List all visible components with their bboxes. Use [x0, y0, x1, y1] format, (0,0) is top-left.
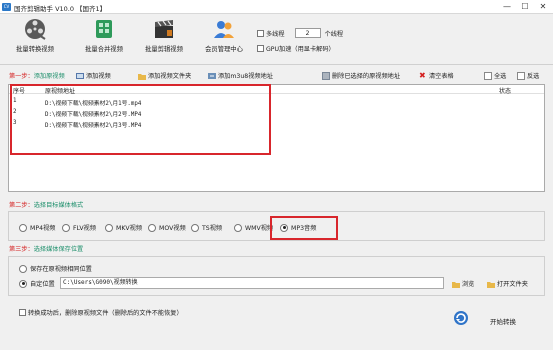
add-video-button[interactable]: 添加视频 [76, 71, 111, 80]
maximize-button[interactable]: ☐ [516, 1, 534, 13]
start-convert-icon[interactable] [453, 310, 469, 326]
format-ts[interactable]: TS视频 [191, 223, 222, 232]
member-center-label: 会员管理中心 [205, 46, 243, 53]
save-original-radio[interactable] [19, 264, 27, 273]
batch-cut-label: 批量剪辑视频 [145, 46, 183, 53]
batch-convert-label: 批量转换视频 [16, 46, 54, 53]
add-folder-button[interactable]: 添加视频文件夹 [138, 71, 191, 80]
step2-prefix: 第二步： [9, 202, 34, 209]
select-all-label: 全选 [494, 73, 507, 80]
format-mp4[interactable]: MP4视频 [19, 223, 55, 232]
multithread-option[interactable]: 多线程 2 个线程 [257, 28, 343, 38]
thread-unit-label: 个线程 [324, 30, 344, 38]
format-mov[interactable]: MOV视频 [148, 223, 186, 232]
format-flv[interactable]: FLV视频 [62, 223, 96, 232]
step2-text: 选择目标媒体格式 [33, 202, 84, 209]
thread-count-value: 2 [305, 29, 310, 37]
delete-selected-label: 删除已选择的原视频地址 [332, 73, 401, 80]
delete-after-checkbox[interactable] [19, 309, 26, 316]
mp3-highlight-box [270, 216, 338, 240]
format-radio[interactable] [62, 223, 70, 232]
custom-location-option[interactable]: 自定位置 [19, 279, 55, 288]
format-label: MP4视频 [30, 225, 56, 232]
open-folder-icon [487, 280, 495, 288]
step3-prefix: 第三步： [9, 246, 34, 253]
browse-label: 浏览 [462, 281, 475, 288]
film-reel-icon [24, 18, 46, 40]
format-radio[interactable] [105, 223, 113, 232]
multithread-checkbox[interactable] [257, 29, 264, 37]
minimize-button[interactable]: — [498, 1, 516, 13]
member-center-button[interactable]: 会员管理中心 [196, 16, 252, 60]
format-wmv[interactable]: WMV视频 [234, 223, 273, 232]
invert-selection-button[interactable]: 反选 [517, 71, 539, 80]
select-all-icon [484, 71, 492, 80]
window-title: 国齐剪辑助手 V10.0 【国齐1】 [14, 5, 107, 13]
toolbar-divider [0, 64, 553, 65]
close-button[interactable]: ✕ [534, 1, 552, 13]
format-radio[interactable] [234, 223, 242, 232]
browse-button[interactable]: 浏览 [452, 279, 474, 288]
custom-location-label: 自定位置 [30, 281, 55, 288]
multithread-label: 多线程 [266, 30, 285, 38]
format-label: MKV视频 [116, 225, 143, 232]
format-label: TS视频 [202, 225, 223, 232]
merge-blocks-icon [93, 18, 115, 40]
step2-heading: 第二步：选择目标媒体格式 [9, 200, 83, 209]
member-users-icon [213, 18, 235, 40]
thread-count-spinner[interactable]: 2 [294, 28, 321, 38]
save-original-label: 保存在原视频相同位置 [30, 266, 92, 273]
clear-x-icon: ✖ [419, 70, 426, 80]
gpu-label: GPU加速（用显卡解码） [266, 46, 335, 53]
gpu-checkbox[interactable] [257, 45, 264, 52]
table-highlight-box [10, 84, 271, 155]
add-m3u8-label: 添加m3u8视频地址 [218, 73, 273, 80]
format-radio[interactable] [19, 223, 27, 232]
delete-list-icon [322, 71, 330, 80]
step1-text: 添加原视频 [33, 73, 65, 80]
save-original-option[interactable]: 保存在原视频相同位置 [19, 264, 92, 273]
delete-after-option[interactable]: 转换成功后，删除原视频文件（删除后的文件不能恢复） [19, 308, 183, 317]
batch-merge-button[interactable]: 批量合并视频 [76, 16, 132, 60]
clear-table-label: 清空表格 [429, 73, 454, 80]
step1-prefix: 第一步： [9, 73, 34, 80]
format-label: MOV视频 [159, 225, 186, 232]
app-logo: CV [2, 3, 11, 11]
folder-icon [138, 72, 146, 80]
title-bar: CV 国齐剪辑助手 V10.0 【国齐1】 — ☐ ✕ [0, 0, 553, 14]
add-m3u8-button[interactable]: 添加m3u8视频地址 [208, 71, 273, 80]
format-label: FLV视频 [73, 225, 96, 232]
clear-table-button[interactable]: ✖ 清空表格 [419, 71, 454, 80]
open-folder-label: 打开文件夹 [497, 281, 528, 288]
add-folder-label: 添加视频文件夹 [148, 73, 192, 80]
format-radio[interactable] [148, 223, 156, 232]
save-group [8, 256, 545, 296]
invert-icon [517, 71, 525, 80]
start-convert-button[interactable]: 开始转换 [490, 316, 516, 326]
format-radio[interactable] [191, 223, 199, 232]
header-status: 状态 [499, 88, 512, 95]
add-video-icon [76, 72, 84, 80]
gpu-option[interactable]: GPU加速（用显卡解码） [257, 44, 335, 53]
save-path-input[interactable]: C:\Users\G090\视频转换 [60, 277, 444, 289]
step1-heading: 第一步：添加原视频 [9, 71, 65, 80]
delete-after-label: 转换成功后，删除原视频文件（删除后的文件不能恢复） [28, 310, 183, 317]
select-all-button[interactable]: 全选 [484, 71, 506, 80]
batch-cut-button[interactable]: 批量剪辑视频 [136, 16, 192, 60]
invert-label: 反选 [527, 73, 540, 80]
clapperboard-icon [153, 18, 175, 40]
add-video-label: 添加视频 [86, 73, 111, 80]
custom-location-radio[interactable] [19, 279, 27, 288]
open-folder-button[interactable]: 打开文件夹 [487, 279, 528, 288]
link-icon [208, 72, 216, 80]
batch-convert-button[interactable]: 批量转换视频 [7, 16, 63, 60]
delete-selected-button[interactable]: 删除已选择的原视频地址 [322, 71, 400, 80]
format-mkv[interactable]: MKV视频 [105, 223, 142, 232]
batch-merge-label: 批量合并视频 [85, 46, 123, 53]
folder-icon [452, 280, 460, 288]
format-label: WMV视频 [245, 225, 274, 232]
step3-text: 选择媒体保存位置 [33, 246, 84, 253]
step3-heading: 第三步：选择媒体保存位置 [9, 244, 83, 253]
